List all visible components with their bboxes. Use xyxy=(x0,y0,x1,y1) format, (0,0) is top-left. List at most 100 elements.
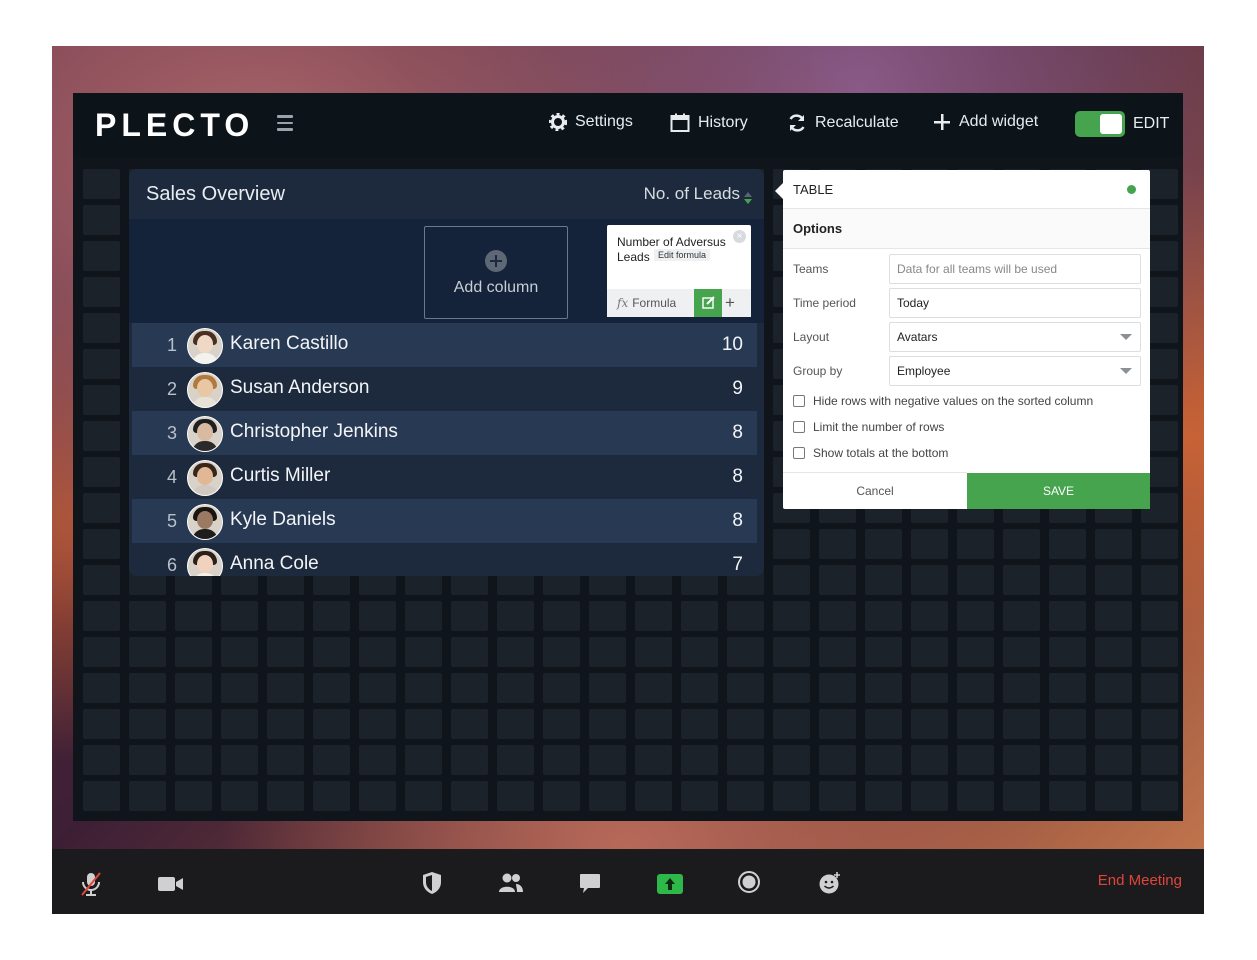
mic-muted-icon[interactable] xyxy=(80,871,102,897)
participants-icon[interactable] xyxy=(498,873,524,893)
chevron-down-icon xyxy=(1120,334,1132,340)
grid-cell xyxy=(83,313,120,343)
grid-cell xyxy=(589,745,626,775)
grid-cell xyxy=(911,529,948,559)
recalculate-label: Recalculate xyxy=(815,114,899,131)
grid-cell xyxy=(83,241,120,271)
checkbox-box[interactable] xyxy=(793,395,805,407)
column-card-footer: fx Formula + xyxy=(607,289,751,317)
grid-cell xyxy=(911,565,948,595)
row-rank: 2 xyxy=(166,379,177,399)
share-screen-icon[interactable] xyxy=(657,874,683,894)
grid-cell xyxy=(405,781,442,811)
limit-rows-checkbox[interactable]: Limit the number of rows xyxy=(793,420,944,434)
add-widget-label: Add widget xyxy=(959,113,1039,130)
grid-cell xyxy=(727,601,764,631)
add-icon xyxy=(485,250,507,272)
app-logo[interactable]: PLECTO xyxy=(95,107,254,144)
sort-icon[interactable] xyxy=(744,192,752,204)
grid-cell xyxy=(497,745,534,775)
teams-field[interactable]: Data for all teams will be used xyxy=(889,254,1141,284)
grid-cell xyxy=(1049,565,1086,595)
grid-cell xyxy=(83,385,120,415)
row-value: 9 xyxy=(732,378,743,399)
grid-cell xyxy=(1003,565,1040,595)
grid-cell xyxy=(267,781,304,811)
edit-formula-button[interactable] xyxy=(694,289,722,317)
table-row[interactable]: 6 Anna Cole 7 xyxy=(132,543,757,576)
column-header[interactable]: No. of Leads xyxy=(644,184,740,204)
grid-cell xyxy=(635,745,672,775)
grid-cell xyxy=(865,745,902,775)
grid-cell xyxy=(1141,673,1178,703)
menu-icon[interactable] xyxy=(277,115,293,135)
grid-cell xyxy=(405,601,442,631)
avatar xyxy=(187,504,223,540)
cancel-button[interactable]: Cancel xyxy=(783,472,967,509)
group-by-select[interactable]: Employee xyxy=(889,356,1141,386)
add-column-button[interactable]: Add column xyxy=(424,226,568,319)
grid-cell xyxy=(129,709,166,739)
grid-cell xyxy=(681,781,718,811)
group-by-value: Employee xyxy=(897,364,951,378)
grid-cell xyxy=(267,673,304,703)
layout-value: Avatars xyxy=(897,330,938,344)
options-header: TABLE xyxy=(783,170,1150,209)
row-name: Karen Castillo xyxy=(230,333,349,354)
status-dot xyxy=(1127,185,1136,194)
grid-cell xyxy=(1095,601,1132,631)
security-icon[interactable] xyxy=(422,871,442,895)
grid-cell xyxy=(911,709,948,739)
grid-cell xyxy=(773,637,810,667)
teams-label: Teams xyxy=(793,262,829,276)
plus-icon xyxy=(934,114,950,130)
table-row[interactable]: 5 Kyle Daniels 8 xyxy=(132,499,757,543)
time-period-field[interactable]: Today xyxy=(889,288,1141,318)
widget-title: Sales Overview xyxy=(146,183,285,205)
grid-cell xyxy=(635,709,672,739)
table-options-panel: TABLE Options Teams Data for all teams w… xyxy=(775,170,1150,509)
recalculate-button[interactable]: Recalculate xyxy=(787,113,899,133)
grid-cell xyxy=(865,529,902,559)
grid-cell xyxy=(83,745,120,775)
end-meeting-button[interactable]: End Meeting xyxy=(1098,872,1182,889)
grid-cell xyxy=(681,709,718,739)
grid-cell xyxy=(819,529,856,559)
grid-cell xyxy=(911,673,948,703)
grid-cell xyxy=(773,745,810,775)
settings-button[interactable]: Settings xyxy=(549,113,633,131)
column-card: Number of Adversus Leads × fx Formula + xyxy=(607,225,751,317)
edit-toggle[interactable] xyxy=(1075,111,1125,137)
grid-cell xyxy=(635,781,672,811)
table-row[interactable]: 1 Karen Castillo 10 xyxy=(132,323,757,367)
add-formula-plus-icon[interactable]: + xyxy=(725,293,735,313)
show-totals-checkbox[interactable]: Show totals at the bottom xyxy=(793,446,948,460)
chat-icon[interactable] xyxy=(579,873,601,895)
checkbox-box[interactable] xyxy=(793,421,805,433)
meeting-toolbar: End Meeting xyxy=(52,849,1204,914)
grid-cell xyxy=(911,781,948,811)
checkbox-box[interactable] xyxy=(793,447,805,459)
layout-select[interactable]: Avatars xyxy=(889,322,1141,352)
video-icon[interactable] xyxy=(158,875,184,893)
formula-label: Formula xyxy=(632,296,677,310)
table-row[interactable]: 2 Susan Anderson 9 xyxy=(132,367,757,411)
table-row[interactable]: 3 Christopher Jenkins 8 xyxy=(132,411,757,455)
grid-cell xyxy=(1049,601,1086,631)
hide-negative-checkbox[interactable]: Hide rows with negative values on the so… xyxy=(793,394,1093,408)
grid-cell xyxy=(1095,781,1132,811)
record-icon[interactable] xyxy=(738,871,760,893)
save-button[interactable]: SAVE xyxy=(967,473,1150,509)
reactions-icon[interactable] xyxy=(818,871,842,895)
grid-cell xyxy=(129,601,166,631)
edit-label: EDIT xyxy=(1133,115,1170,132)
add-widget-button[interactable]: Add widget xyxy=(933,113,1038,131)
grid-cell xyxy=(543,709,580,739)
formula-button[interactable]: fx Formula xyxy=(617,296,676,310)
grid-cell xyxy=(1095,673,1132,703)
history-button[interactable]: History xyxy=(670,113,748,133)
close-icon[interactable]: × xyxy=(733,230,746,243)
table-row[interactable]: 4 Curtis Miller 8 xyxy=(132,455,757,499)
grid-cell xyxy=(313,781,350,811)
row-rank: 5 xyxy=(166,511,177,531)
